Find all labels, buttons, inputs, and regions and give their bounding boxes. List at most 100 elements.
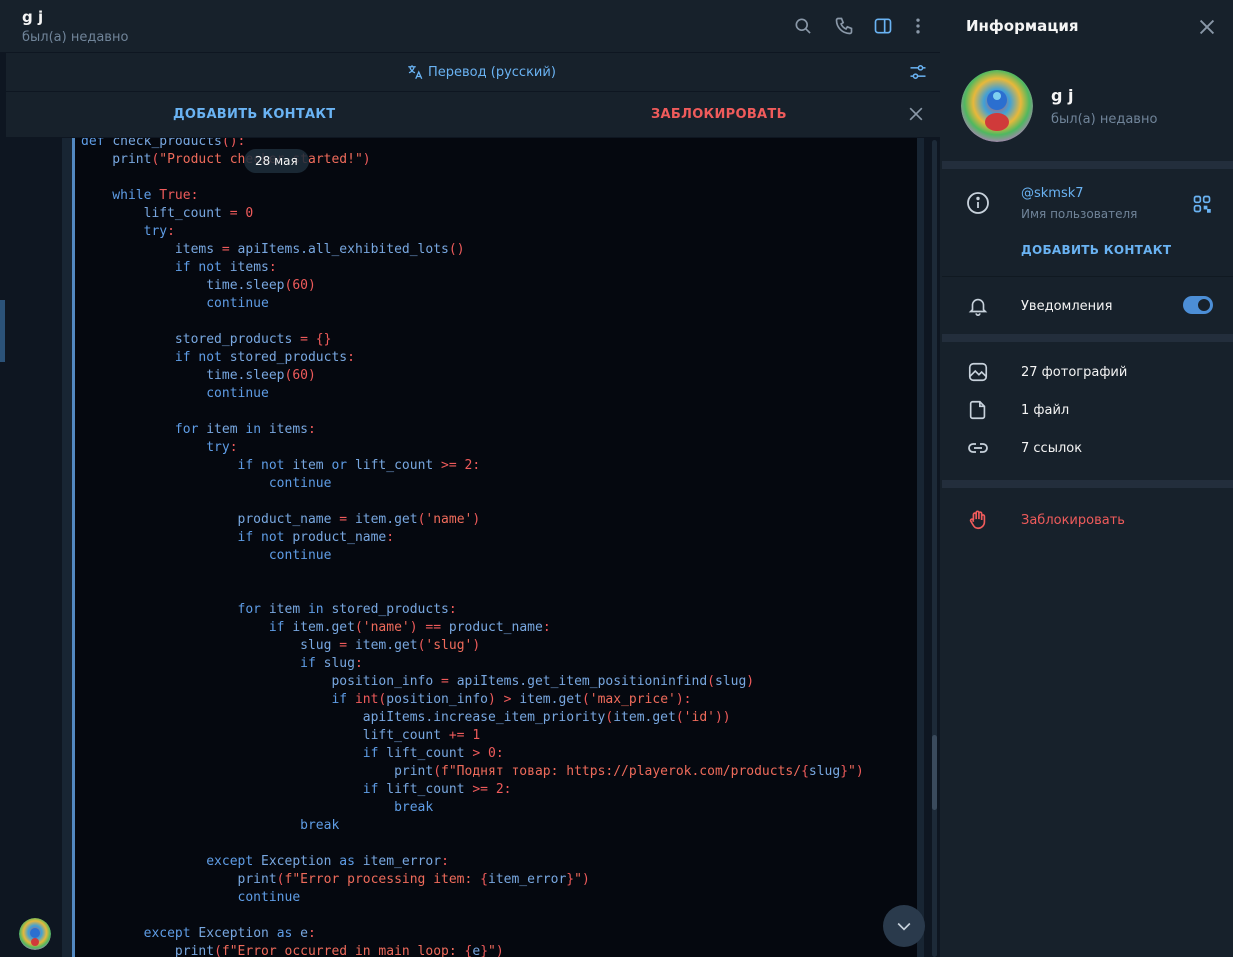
code-line: print(f"Error occurred in main loop: {e}… [81,944,504,957]
block-hand-icon [966,508,990,532]
bell-icon [966,294,990,318]
username-value[interactable]: @skmsk7 [1021,186,1084,201]
code-line: while True: [81,188,199,203]
date-pill: 28 мая [244,149,309,173]
more-button[interactable] [906,14,930,38]
chat-area: g j был(а) недавно Перевод (русский) ДОБ… [0,0,940,957]
code-line: try: [81,440,238,455]
block-button[interactable]: ЗАБЛОКИРОВАТЬ [651,107,787,122]
code-line: continue [81,548,332,563]
code-line: continue [81,296,269,311]
profile-avatar[interactable] [961,70,1033,142]
profile-status: был(а) недавно [1051,112,1158,127]
photo-icon [966,360,990,384]
translate-button[interactable]: Перевод (русский) [406,63,556,81]
code-line: if not stored_products: [81,350,355,365]
code-line: continue [81,386,269,401]
sidebar-toggle-button[interactable] [871,14,895,38]
code-line: stored_products = {} [81,332,332,347]
code-line: print(f"Поднят товар: https://playerok.c… [81,764,864,779]
chat-header[interactable]: g j был(а) недавно [0,0,940,53]
code-line: if item.get('name') == product_name: [81,620,551,635]
translate-bar: Перевод (русский) [6,53,940,92]
notifications-label: Уведомления [1021,299,1113,314]
file-icon [966,398,990,422]
username-label: Имя пользователя [1021,207,1138,221]
chat-scrollbar-thumb[interactable] [932,735,937,810]
call-button[interactable] [832,14,856,38]
files-link[interactable]: 1 файл [1021,403,1069,418]
add-contact-button[interactable]: ДОБАВИТЬ КОНТАКТ [173,107,335,122]
contact-action-bar: ДОБАВИТЬ КОНТАКТ ЗАБЛОКИРОВАТЬ [6,92,940,138]
separator [942,334,1233,342]
separator [942,480,1233,488]
profile-name: g j [1051,86,1074,105]
code-line: for item in stored_products: [81,602,457,617]
info-title: Информация [966,17,1079,35]
translate-settings-icon [910,65,926,79]
links-link[interactable]: 7 ссылок [1021,441,1082,456]
notifications-toggle[interactable] [1183,296,1213,314]
code-line: print("Product checker started!") [81,152,371,167]
qr-code-button[interactable] [1192,194,1212,214]
code-line: if slug: [81,656,363,671]
close-icon [909,107,923,121]
code-line: if not item or lift_count >= 2: [81,458,481,473]
more-vertical-icon [916,18,920,34]
qr-code-icon [1193,195,1211,213]
code-line: time.sleep(60) [81,368,316,383]
chat-scrollbar-track[interactable] [932,140,937,957]
code-line: break [81,818,340,833]
code-line: lift_count = 0 [81,206,254,221]
code-line: continue [81,890,301,905]
separator [942,161,1233,169]
translate-icon [408,65,423,80]
left-scroll-indicator [0,300,5,362]
code-line: if int(position_info) > item.get('max_pr… [81,692,692,707]
info-add-contact-button[interactable]: ДОБАВИТЬ КОНТАКТ [1021,243,1171,257]
code-block[interactable]: def check_products(): print("Product che… [72,138,917,957]
search-button[interactable] [791,14,815,38]
code-line: position_info = apiItems.get_item_positi… [81,674,755,689]
divider [942,276,1233,277]
block-user-button[interactable]: Заблокировать [1021,513,1125,528]
info-panel: Информация g j был(а) недавно @skmsk7 Им… [942,0,1233,957]
code-line: if not items: [81,260,277,275]
code-line: except Exception as item_error: [81,854,449,869]
info-close-button[interactable] [1196,16,1218,38]
code-line: apiItems.increase_item_priority(item.get… [81,710,731,725]
message-avatar[interactable] [19,918,51,950]
code-line: break [81,800,434,815]
phone-icon [835,17,853,35]
code-line: if lift_count > 0: [81,746,504,761]
code-line: product_name = item.get('name') [81,512,481,527]
chat-title[interactable]: g j [22,8,43,26]
info-icon [966,191,990,215]
action-bar-close-button[interactable] [906,104,926,124]
code-line: print(f"Error processing item: {item_err… [81,872,590,887]
code-line: continue [81,476,332,491]
translate-settings-button[interactable] [908,62,928,82]
link-icon [966,436,990,460]
code-line: time.sleep(60) [81,278,316,293]
code-text: def check_products(): print("Product che… [81,138,864,957]
translate-label: Перевод (русский) [428,64,556,80]
chevron-down-icon [897,922,911,931]
code-line: lift_count += 1 [81,728,481,743]
code-line: items = apiItems.all_exhibited_lots() [81,242,465,257]
toggle-knob [1196,297,1212,313]
scroll-down-button[interactable] [883,905,925,947]
search-icon [795,18,811,34]
code-line: slug = item.get('slug') [81,638,481,653]
photos-link[interactable]: 27 фотографий [1021,365,1127,380]
code-line: except Exception as e: [81,926,316,941]
code-line: if lift_count >= 2: [81,782,512,797]
